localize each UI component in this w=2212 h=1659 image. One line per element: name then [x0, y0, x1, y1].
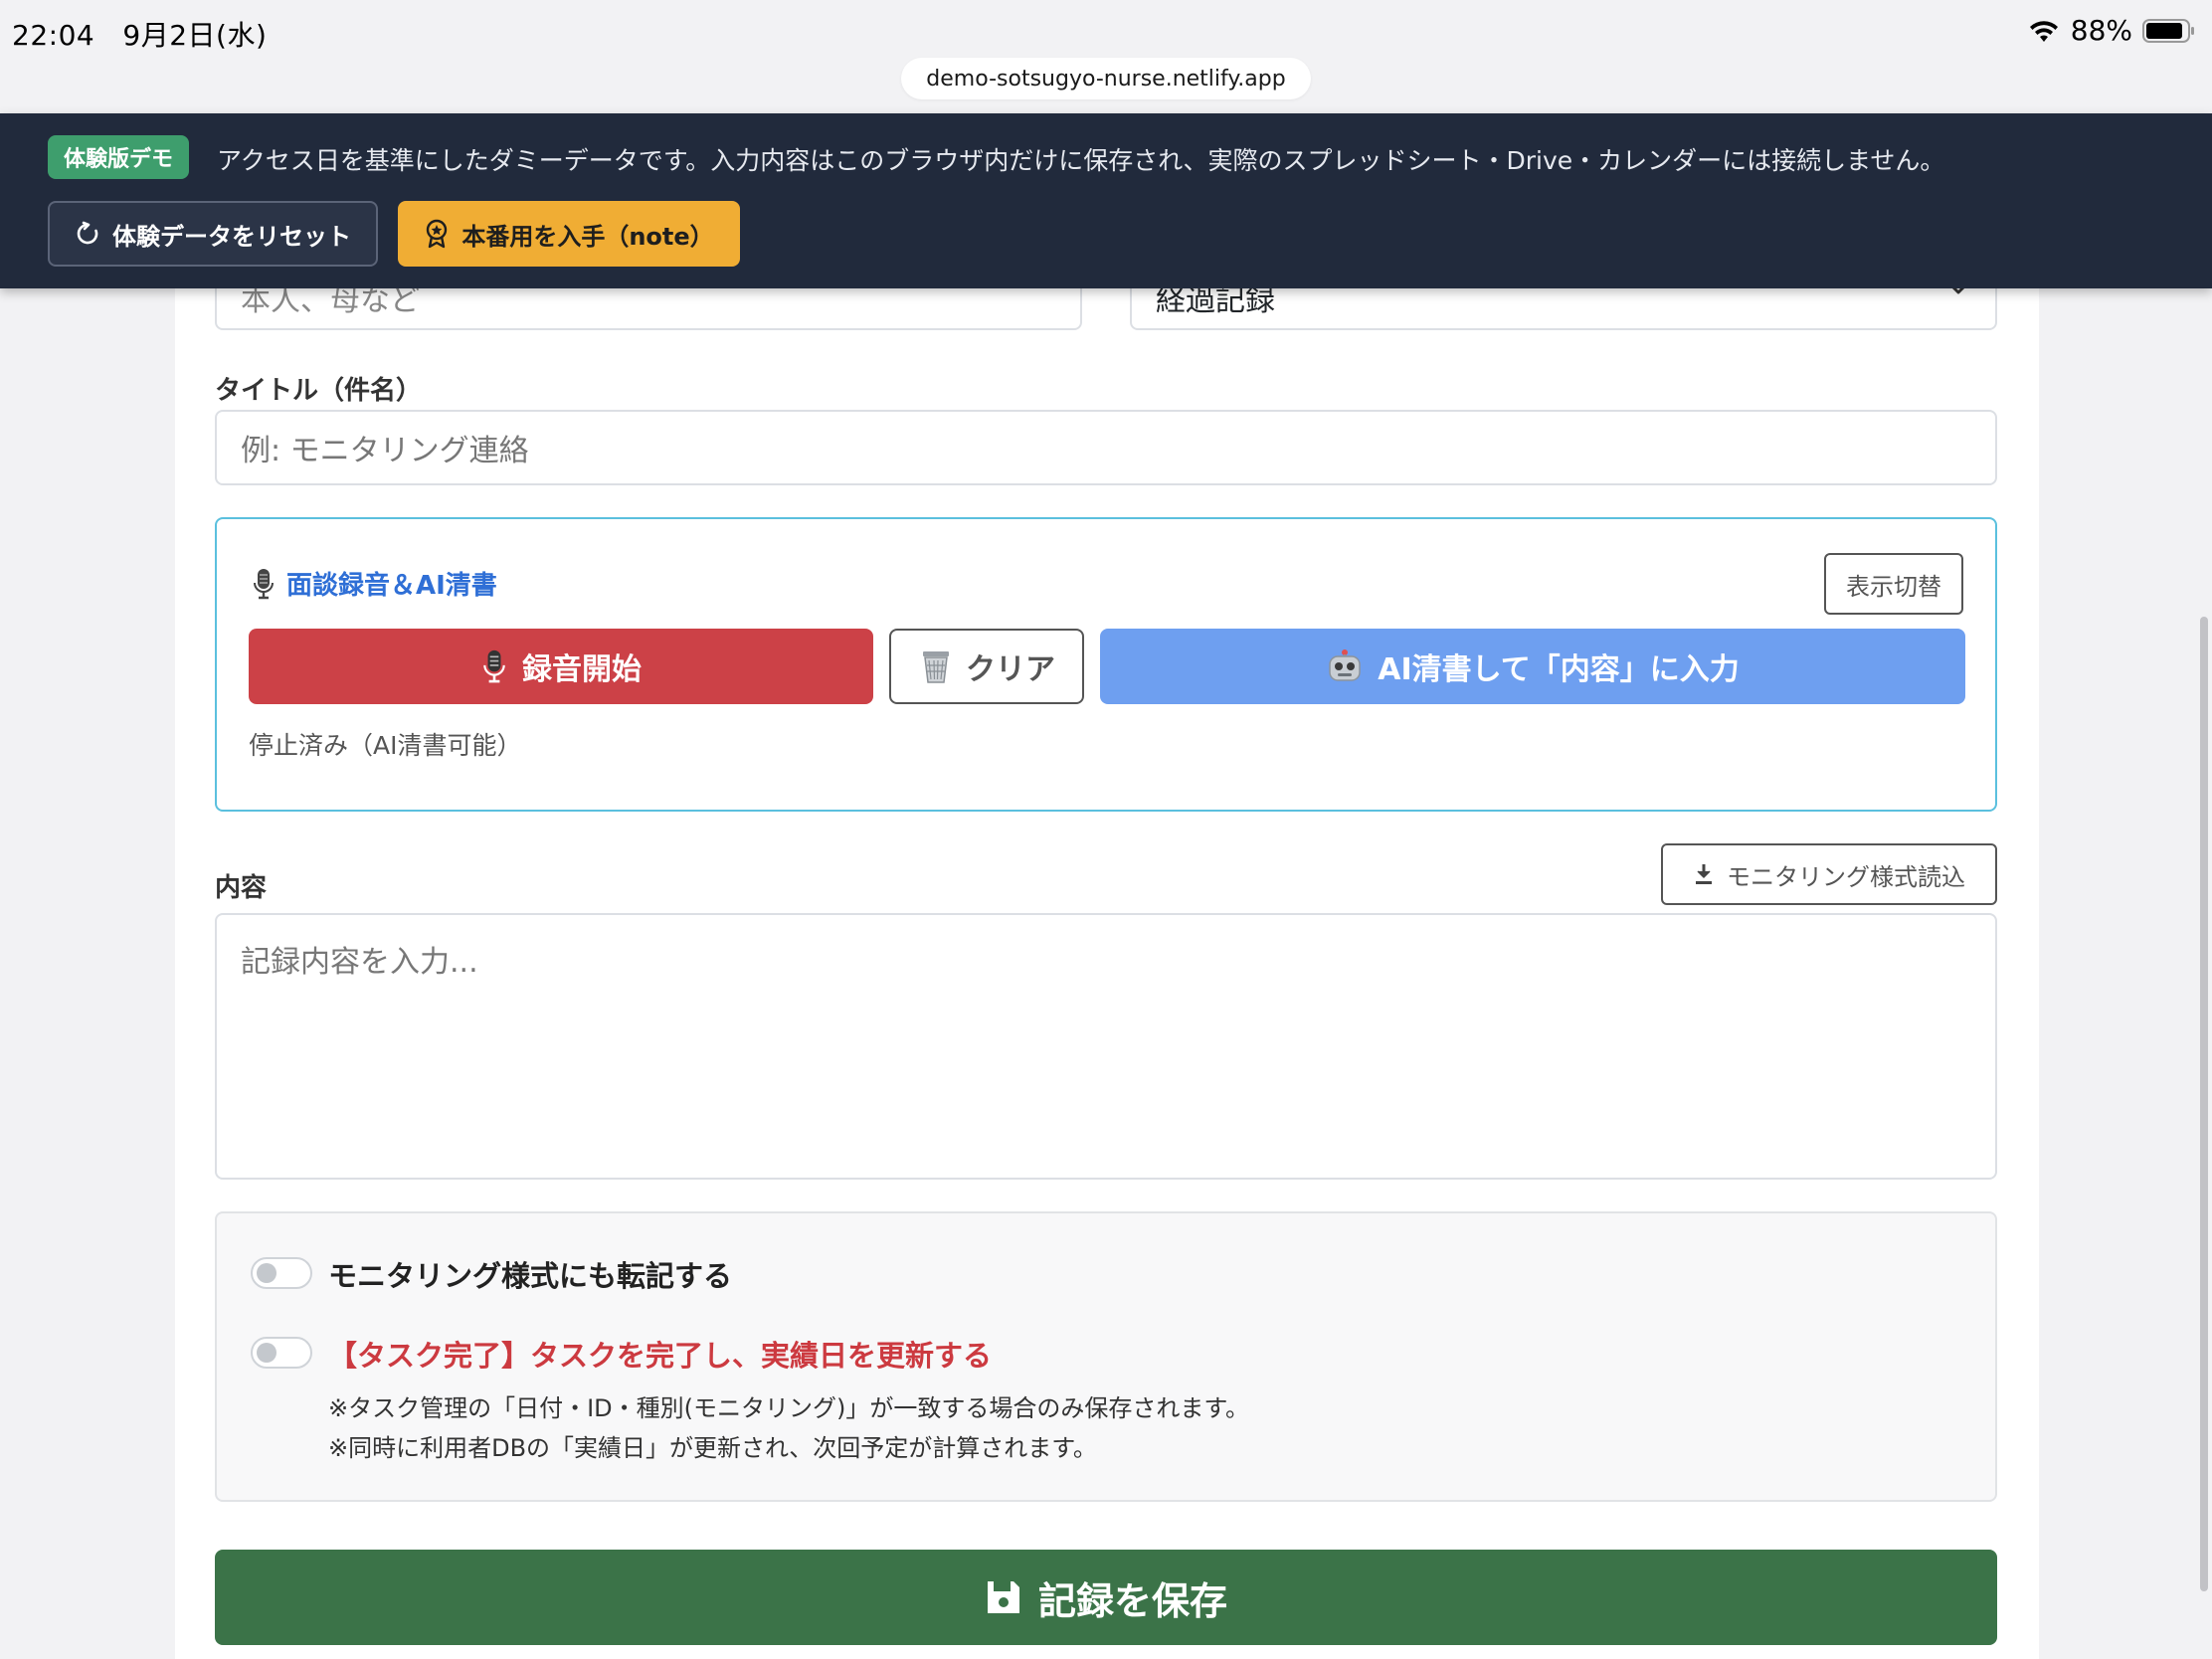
title-input[interactable]: 例: モニタリング連絡 — [215, 410, 1997, 485]
page-scrollbar[interactable] — [2200, 617, 2208, 1591]
load-monitoring-button[interactable]: モニタリング様式読込 — [1661, 843, 1997, 905]
url-bar[interactable]: demo-sotsugyo-nurse.netlify.app — [901, 58, 1311, 99]
task-note-2: ※同時に利用者DBの「実績日」が更新され、次回予定が計算されます。 — [328, 1434, 1097, 1462]
reset-demo-label: 体験データをリセット — [112, 222, 351, 251]
options-box: モニタリング様式にも転記する 【タスク完了】タスクを完了し、実績日を更新する ※… — [215, 1211, 1997, 1502]
trash-icon — [923, 651, 949, 683]
demo-banner: 体験版デモ アクセス日を基準にしたダミーデータです。入力内容はこのブラウザ内だけ… — [0, 113, 2212, 288]
load-monitoring-label: モニタリング様式読込 — [1727, 862, 1965, 891]
toggle-view-button[interactable]: 表示切替 — [1824, 553, 1963, 615]
ai-rewrite-button[interactable]: AI清書して「内容」に入力 — [1100, 629, 1965, 704]
start-recording-label: 録音開始 — [522, 652, 642, 687]
reset-demo-button[interactable]: 体験データをリセット — [48, 201, 378, 267]
content-label: 内容 — [215, 873, 268, 903]
wifi-icon — [2029, 20, 2058, 42]
ios-status-bar: 22:04 9月2日(水) 88% demo-sotsugyo-nurse.ne… — [0, 0, 2212, 113]
title-label: タイトル（件名） — [215, 376, 423, 406]
ai-rewrite-label: AI清書して「内容」に入力 — [1378, 652, 1740, 687]
status-indicators: 88% — [2027, 14, 2196, 47]
record-type-value: 経過記録 — [1156, 283, 1275, 318]
demo-badge: 体験版デモ — [48, 135, 190, 179]
status-time-date: 22:04 9月2日(水) — [12, 19, 268, 52]
award-icon — [427, 219, 448, 249]
battery-icon — [2142, 18, 2194, 43]
clear-recording-button[interactable]: クリア — [889, 629, 1084, 704]
clear-recording-label: クリア — [966, 652, 1055, 687]
recorder-panel: 面談録音＆AI清書 表示切替 録音開始 クリア AI清書して「内容」に入力 停止… — [215, 517, 1997, 812]
microphone-icon — [483, 649, 505, 683]
get-production-label: 本番用を入手（note） — [461, 222, 714, 251]
transcribe-switch[interactable] — [251, 1257, 312, 1289]
recorder-title-text: 面談録音＆AI清書 — [286, 571, 497, 601]
robot-icon — [1329, 649, 1361, 681]
download-icon — [1696, 864, 1712, 884]
reset-icon — [77, 221, 98, 245]
save-record-label: 記録を保存 — [1037, 1578, 1227, 1623]
microphone-icon — [254, 568, 274, 599]
task-complete-label: 【タスク完了】タスクを完了し、実績日を更新する — [328, 1339, 993, 1373]
start-recording-button[interactable]: 録音開始 — [249, 629, 873, 704]
recording-status: 停止済み（AI清書可能） — [249, 731, 522, 760]
demo-message: アクセス日を基準にしたダミーデータです。入力内容はこのブラウザ内だけに保存され、… — [217, 146, 1945, 175]
battery-percent: 88% — [2070, 14, 2132, 47]
get-production-button[interactable]: 本番用を入手（note） — [398, 201, 740, 267]
task-note-1: ※タスク管理の「日付・ID・種別(モニタリング)」が一致する場合のみ保存されます… — [328, 1394, 1249, 1422]
save-record-button[interactable]: 記録を保存 — [215, 1550, 1997, 1645]
floppy-disk-icon — [987, 1581, 1019, 1613]
content-textarea[interactable]: 記録内容を入力... — [215, 913, 1997, 1180]
task-complete-switch[interactable] — [251, 1337, 312, 1369]
transcribe-label: モニタリング様式にも転記する — [328, 1259, 733, 1293]
recorder-title: 面談録音＆AI清書 — [251, 565, 497, 602]
